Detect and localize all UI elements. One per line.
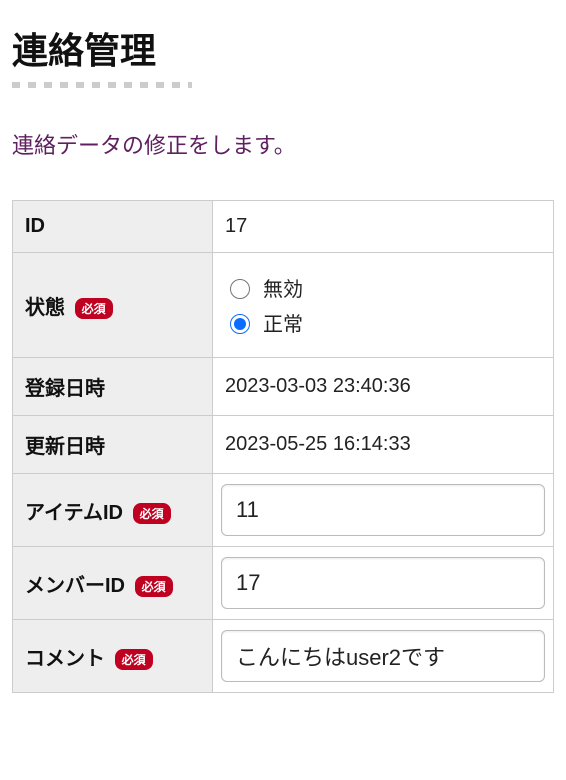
label-created-at: 登録日時: [25, 378, 105, 400]
radio-invalid[interactable]: [230, 279, 250, 299]
required-badge: 必須: [115, 649, 153, 670]
row-comment: コメント 必須: [13, 620, 554, 693]
status-option-normal[interactable]: 正常: [225, 308, 541, 337]
status-radio-group: 無効 正常: [225, 273, 541, 337]
value-created-at: 2023-03-03 23:40:36: [225, 375, 411, 397]
input-item-id[interactable]: [221, 484, 545, 536]
radio-normal[interactable]: [230, 314, 250, 334]
row-updated-at: 更新日時 2023-05-25 16:14:33: [13, 416, 554, 474]
input-member-id[interactable]: [221, 557, 545, 609]
label-comment: コメント: [25, 648, 105, 670]
row-status: 状態 必須 無効 正常: [13, 253, 554, 358]
page-title: 連絡管理: [12, 22, 554, 74]
required-badge: 必須: [75, 298, 113, 319]
label-id: ID: [25, 215, 45, 237]
title-underline: [12, 82, 192, 88]
row-created-at: 登録日時 2023-03-03 23:40:36: [13, 358, 554, 416]
required-badge: 必須: [135, 576, 173, 597]
page-description: 連絡データの修正をします。: [12, 128, 554, 160]
input-comment[interactable]: [221, 630, 545, 682]
form-table: ID 17 状態 必須 無効 正常 登録日時: [12, 200, 554, 693]
value-updated-at: 2023-05-25 16:14:33: [225, 433, 411, 455]
row-member-id: メンバーID 必須: [13, 547, 554, 620]
radio-invalid-label: 無効: [263, 273, 303, 302]
label-status: 状態: [25, 297, 65, 319]
status-option-invalid[interactable]: 無効: [225, 273, 541, 302]
label-updated-at: 更新日時: [25, 436, 105, 458]
row-item-id: アイテムID 必須: [13, 474, 554, 547]
label-member-id: メンバーID: [25, 575, 125, 597]
value-id: 17: [225, 215, 247, 237]
required-badge: 必須: [133, 503, 171, 524]
label-item-id: アイテムID: [25, 502, 123, 524]
row-id: ID 17: [13, 201, 554, 253]
radio-normal-label: 正常: [263, 308, 303, 337]
